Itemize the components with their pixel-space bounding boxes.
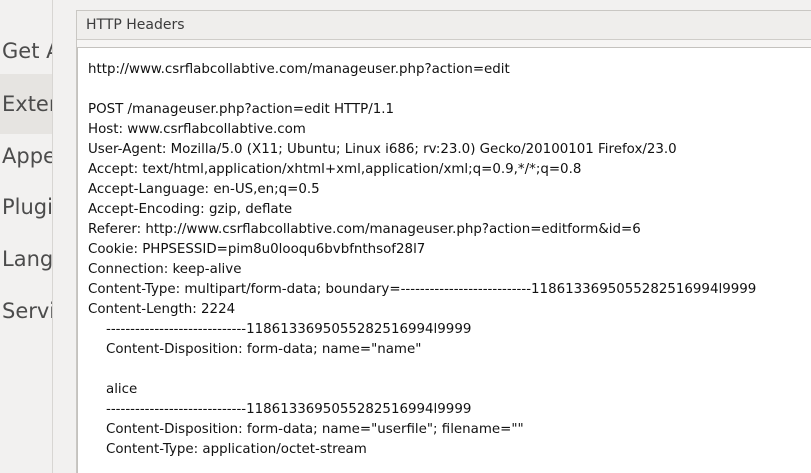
body-line: Content-Type: application/octet-stream: [106, 442, 367, 457]
header-line: Host: www.csrflabcollabtive.com: [88, 122, 306, 137]
sidebar-item-services[interactable]: Servi: [0, 281, 52, 341]
header-line: Accept-Language: en-US,en;q=0.5: [88, 182, 320, 197]
header-line: Connection: keep-alive: [88, 262, 242, 277]
panel-title: HTTP Headers: [77, 11, 811, 40]
header-line: Accept-Encoding: gzip, deflate: [88, 202, 293, 217]
body-line: [88, 360, 811, 380]
header-line: Cookie: PHPSESSID=pim8u0looqu6bvbfnthsof…: [88, 242, 426, 257]
request-url: http://www.csrflabcollabtive.com/manageu…: [88, 62, 510, 77]
http-headers-panel: HTTP Headers http://www.csrflabcollabtiv…: [76, 10, 811, 473]
headers-content[interactable]: http://www.csrflabcollabtive.com/manageu…: [77, 47, 811, 473]
header-line: Referer: http://www.csrflabcollabtive.co…: [88, 222, 641, 237]
body-line: -----------------------------11861336950…: [106, 322, 472, 337]
header-line: Content-Length: 2224: [88, 302, 236, 317]
sidebar-item-plugins[interactable]: Plugi: [0, 177, 52, 237]
sidebar-item-get-add-ons[interactable]: Get A: [0, 21, 52, 81]
sidebar-item-languages[interactable]: Langu: [0, 229, 52, 289]
body-line: -----------------------------11861336950…: [106, 402, 472, 417]
preferences-sidebar: Get A Exten Appe Plugi Langu Servi: [0, 0, 53, 473]
request-line: POST /manageuser.php?action=edit HTTP/1.…: [88, 102, 395, 117]
header-line: User-Agent: Mozilla/5.0 (X11; Ubuntu; Li…: [88, 142, 677, 157]
body-line: Content-Disposition: form-data; name="us…: [106, 422, 524, 437]
header-line: Accept: text/html,application/xhtml+xml,…: [88, 162, 582, 177]
body-line: Content-Disposition: form-data; name="na…: [106, 342, 422, 357]
header-line: Content-Type: multipart/form-data; bound…: [88, 282, 757, 297]
body-line: alice: [106, 382, 138, 397]
sidebar-item-extensions[interactable]: Exten: [0, 74, 52, 134]
